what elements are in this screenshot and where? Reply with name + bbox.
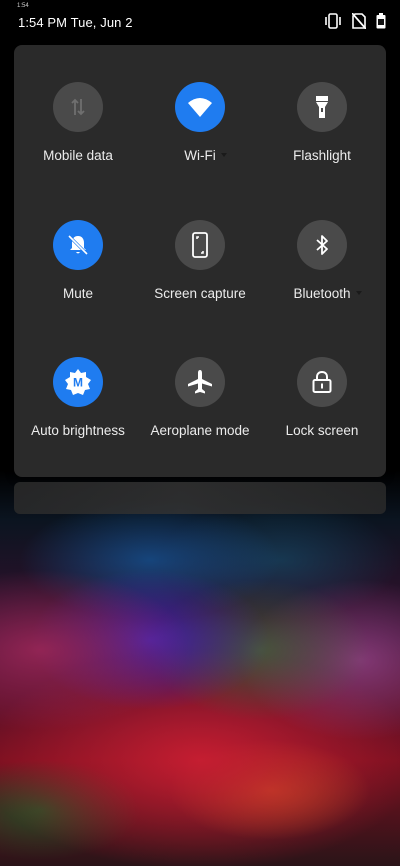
tile-label-wifi: Wi-Fi <box>184 148 216 163</box>
tile-label-screen-capture: Screen capture <box>154 286 246 301</box>
airplane-icon <box>175 357 225 407</box>
screen-capture-icon <box>175 220 225 270</box>
status-icons <box>324 13 386 29</box>
bluetooth-more-arrow-icon[interactable] <box>356 291 362 295</box>
tile-label-mute: Mute <box>62 286 93 301</box>
tile-wifi[interactable]: Wi-Fi <box>138 82 262 182</box>
wifi-icon <box>175 82 225 132</box>
tile-mobile-data[interactable]: Mobile data <box>16 82 140 182</box>
tile-label-bluetooth: Bluetooth <box>293 286 351 301</box>
flashlight-icon <box>297 82 347 132</box>
tile-label-flashlight: Flashlight <box>293 148 351 163</box>
tile-label-auto-brightness: Auto brightness <box>31 423 125 438</box>
tile-flashlight[interactable]: Flashlight <box>260 82 384 182</box>
tile-aeroplane-mode[interactable]: Aeroplane mode <box>138 357 262 457</box>
battery-icon <box>376 13 386 29</box>
mobile-data-icon <box>53 82 103 132</box>
tile-label-lock-screen: Lock screen <box>285 423 359 438</box>
status-time-date: 1:54 PM Tue, Jun 2 <box>18 15 133 30</box>
lock-icon <box>297 357 347 407</box>
tile-lock-screen[interactable]: Lock screen <box>260 357 384 457</box>
wifi-more-arrow-icon[interactable] <box>221 153 227 157</box>
no-sim-icon <box>352 13 366 29</box>
tile-screen-capture[interactable]: Screen capture <box>138 220 262 320</box>
auto-brightness-icon: M <box>53 357 103 407</box>
collapsed-notification-strip <box>14 482 386 514</box>
status-bar: 1:54 PM Tue, Jun 2 <box>0 0 400 44</box>
tile-label-mobile-data: Mobile data <box>43 148 113 163</box>
tile-bluetooth[interactable]: Bluetooth <box>260 220 384 320</box>
bell-off-icon <box>53 220 103 270</box>
quick-settings-panel: Mobile data Wi-Fi Flashlight Mute Screen… <box>14 45 386 477</box>
auto-brightness-badge: M <box>73 376 83 390</box>
vibrate-icon <box>324 13 342 29</box>
tile-auto-brightness[interactable]: M Auto brightness <box>16 357 140 457</box>
tile-mute[interactable]: Mute <box>16 220 140 320</box>
bluetooth-icon <box>297 220 347 270</box>
tile-label-aeroplane-mode: Aeroplane mode <box>150 423 250 438</box>
